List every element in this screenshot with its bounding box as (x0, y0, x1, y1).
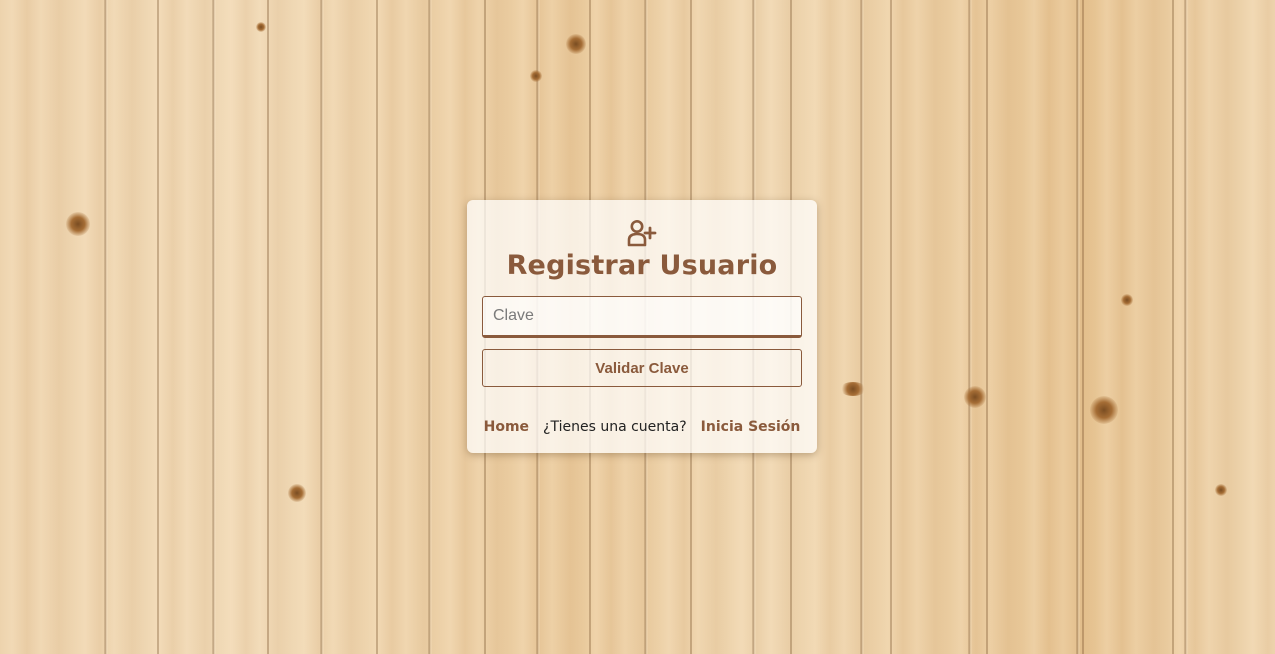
plank-seam (890, 0, 892, 654)
plank-seam (986, 0, 988, 654)
plank-seam (376, 0, 378, 654)
plank-seam (267, 0, 269, 654)
card-footer: Home ¿Tienes una cuenta? Inicia Sesión (467, 416, 817, 438)
page-title: Registrar Usuario (506, 250, 778, 281)
wood-knot (566, 34, 586, 54)
wood-knot (964, 386, 986, 408)
login-link[interactable]: Inicia Sesión (701, 419, 801, 435)
wood-knot (256, 22, 266, 32)
wood-knot (530, 70, 542, 82)
user-plus-icon (467, 219, 817, 249)
wood-knot (66, 212, 90, 236)
plank-seam (1172, 0, 1174, 654)
wood-knot (840, 382, 866, 396)
password-field[interactable] (482, 296, 802, 338)
account-question-text: ¿Tienes una cuenta? (543, 419, 687, 435)
plank-seam (157, 0, 159, 654)
wood-knot (1090, 396, 1118, 424)
register-card: Registrar Usuario Validar Clave Home ¿Ti… (467, 200, 817, 453)
validate-password-button[interactable]: Validar Clave (482, 349, 802, 387)
wood-knot (1121, 294, 1133, 306)
wood-knot (288, 484, 306, 502)
wood-knot (1215, 484, 1227, 496)
home-link[interactable]: Home (484, 419, 529, 435)
plank-seam (1082, 0, 1084, 654)
